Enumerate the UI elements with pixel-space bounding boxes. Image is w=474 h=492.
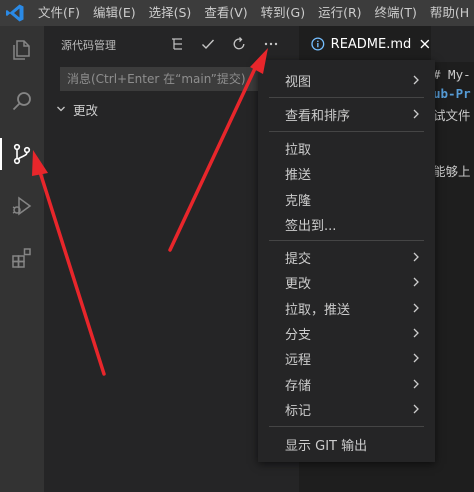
chevron-right-icon <box>413 404 419 414</box>
menu-item-branch[interactable]: 分支 <box>258 321 435 345</box>
extensions-icon[interactable] <box>0 236 44 280</box>
search-icon[interactable] <box>0 80 44 124</box>
close-icon[interactable] <box>419 38 431 50</box>
menu-item-label: 显示 GIT 输出 <box>285 439 368 454</box>
panel-header: 源代码管理 <box>44 26 299 62</box>
menu-separator <box>269 240 424 241</box>
panel-title: 源代码管理 <box>61 39 116 52</box>
menu-help[interactable]: 帮助(H <box>430 0 469 26</box>
menu-item-label: 查看和排序 <box>285 109 351 124</box>
chevron-right-icon <box>413 252 419 262</box>
menu-edit[interactable]: 编辑(E) <box>93 0 136 26</box>
menu-item-tags[interactable]: 标记 <box>258 397 435 421</box>
menu-item-label: 克隆 <box>285 194 312 209</box>
menu-item-label: 视图 <box>285 75 312 90</box>
menu-item-label: 远程 <box>285 353 312 368</box>
editor-tabs: README.md <box>299 26 474 62</box>
chevron-right-icon <box>413 109 419 119</box>
menu-item-commit[interactable]: 提交 <box>258 245 435 269</box>
menu-item-changes[interactable]: 更改 <box>258 270 435 294</box>
menu-item-push[interactable]: 推送 <box>258 161 435 185</box>
source-control-icon[interactable] <box>0 132 44 176</box>
info-icon <box>311 37 325 51</box>
menu-file[interactable]: 文件(F) <box>38 0 80 26</box>
menu-item-clone[interactable]: 克隆 <box>258 187 435 211</box>
title-bar: 文件(F) 编辑(E) 选择(S) 查看(V) 转到(G) 运行(R) 终端(T… <box>0 0 474 26</box>
menu-go[interactable]: 转到(G) <box>261 0 305 26</box>
tab-label: README.md <box>330 36 412 52</box>
run-debug-icon[interactable] <box>0 184 44 228</box>
menu-item-remote[interactable]: 远程 <box>258 346 435 370</box>
menu-separator <box>269 131 424 132</box>
menu-view[interactable]: 查看(V) <box>204 0 247 26</box>
menu-item-label: 更改 <box>285 277 312 292</box>
commit-message-input[interactable] <box>60 67 286 91</box>
menu-item-pull[interactable]: 拉取 <box>258 136 435 160</box>
tab-readme[interactable]: README.md <box>299 26 431 62</box>
menu-item-label: 存储 <box>285 379 312 394</box>
vscode-logo-icon[interactable] <box>5 3 25 23</box>
menu-item-label: 拉取，推送 <box>285 303 351 318</box>
menu-item-show-git-output[interactable]: 显示 GIT 输出 <box>258 432 435 456</box>
menu-item-label: 签出到... <box>285 219 337 234</box>
menu-item-view[interactable]: 视图 <box>258 68 435 92</box>
chevron-right-icon <box>413 328 419 338</box>
menu-item-label: 推送 <box>285 168 312 183</box>
menu-item-checkout[interactable]: 签出到... <box>258 212 435 236</box>
explorer-icon[interactable] <box>0 28 44 72</box>
menu-item-label: 分支 <box>285 328 312 343</box>
chevron-right-icon <box>413 353 419 363</box>
menu-separator <box>269 97 424 98</box>
menu-item-label: 拉取 <box>285 143 312 158</box>
menu-terminal[interactable]: 终端(T) <box>375 0 417 26</box>
code-line: 试文件 <box>433 108 471 123</box>
changes-group[interactable]: 更改 <box>54 98 98 120</box>
chevron-right-icon <box>413 303 419 313</box>
view-as-tree-icon[interactable] <box>167 34 187 54</box>
menu-selection[interactable]: 选择(S) <box>149 0 192 26</box>
menu-item-view-sort[interactable]: 查看和排序 <box>258 102 435 126</box>
code-line: ub-Pr <box>433 86 471 101</box>
menu-item-pull-push[interactable]: 拉取，推送 <box>258 296 435 320</box>
menu-item-stash[interactable]: 存储 <box>258 372 435 396</box>
commit-check-icon[interactable] <box>198 34 218 54</box>
changes-label: 更改 <box>73 102 99 118</box>
menu-separator <box>269 426 424 427</box>
chevron-right-icon <box>413 379 419 389</box>
menu-item-label: 标记 <box>285 404 312 419</box>
menu-bar: 文件(F) 编辑(E) 选择(S) 查看(V) 转到(G) 运行(R) 终端(T… <box>38 0 474 26</box>
chevron-down-icon <box>57 106 65 112</box>
chevron-right-icon <box>413 277 419 287</box>
activity-bar <box>0 26 44 492</box>
chevron-right-icon <box>413 75 419 85</box>
menu-run[interactable]: 运行(R) <box>318 0 361 26</box>
refresh-icon[interactable] <box>229 34 249 54</box>
more-actions-icon[interactable] <box>261 34 281 54</box>
code-line: # My- <box>433 67 471 82</box>
code-line: 能够上 <box>433 164 471 179</box>
more-actions-menu: 视图 查看和排序 拉取 推送 克隆 签出到... 提交 更改 拉取，推送 分支 … <box>258 60 435 462</box>
menu-item-label: 提交 <box>285 252 312 267</box>
